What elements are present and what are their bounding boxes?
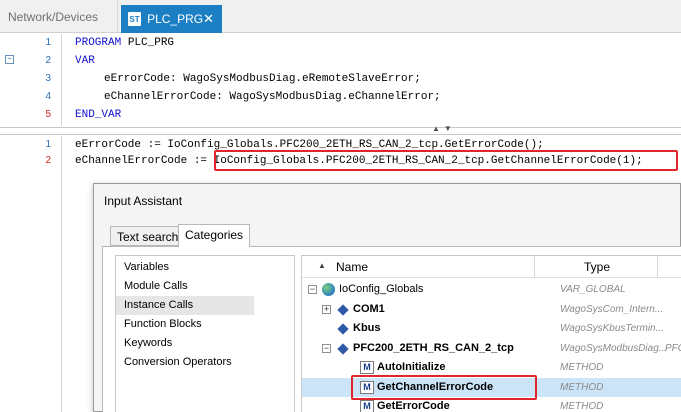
code-line: VAR — [75, 55, 95, 67]
splitter-arrows-icon[interactable]: ▲▼ — [432, 124, 456, 133]
category-item[interactable]: Function Blocks — [116, 315, 254, 334]
tree-item-extra: PFC — [665, 343, 681, 354]
column-divider[interactable] — [657, 256, 658, 278]
tab-network-devices[interactable]: Network/Devices — [0, 0, 118, 33]
dialog-title: Input Assistant — [104, 194, 183, 208]
category-item[interactable]: Module Calls — [116, 277, 254, 296]
category-item-selected[interactable]: Instance Calls — [116, 296, 254, 315]
tab-plc-prg[interactable]: ST PLC_PRG ✕ — [121, 5, 222, 33]
line-number: 2 — [45, 55, 51, 66]
sort-ascending-icon[interactable]: ▲ — [318, 261, 326, 270]
code-line: eChannelErrorCode: WagoSysModbusDiag.eCh… — [104, 91, 441, 103]
tree-row[interactable]: − IoConfig_Globals VAR_GLOBAL — [302, 280, 681, 299]
collapse-icon[interactable]: − — [322, 344, 331, 353]
tab-text-search[interactable]: Text search — [110, 226, 186, 246]
symbol-tree[interactable]: ▲ Name Type − IoConfig_Globals VAR_GLOBA… — [301, 255, 681, 412]
tab-categories[interactable]: Categories — [178, 224, 251, 247]
method-icon: M — [360, 361, 374, 374]
tree-item-type: METHOD — [560, 401, 604, 412]
line-number: 2 — [45, 155, 51, 166]
column-header-type[interactable]: Type — [584, 260, 610, 274]
declaration-editor[interactable]: − 1 2 3 4 5 PROGRAM PLC_PRG VAR eErrorCo… — [0, 34, 681, 126]
structured-text-icon: ST — [128, 12, 142, 26]
line-number: 1 — [45, 37, 51, 48]
editor-tab-bar: Network/Devices ST PLC_PRG ✕ — [0, 0, 681, 33]
instance-diamond-icon — [337, 343, 349, 355]
line-number: 3 — [45, 73, 51, 84]
code-line: eErrorCode: WagoSysModbusDiag.eRemoteSla… — [104, 73, 421, 85]
tree-row[interactable]: − PFC200_2ETH_RS_CAN_2_tcp WagoSysModbus… — [302, 339, 681, 358]
line-number: 4 — [45, 91, 51, 102]
globe-icon — [322, 283, 335, 296]
tree-item-type: METHOD — [560, 382, 604, 393]
dialog-body: Variables Module Calls Instance Calls Fu… — [102, 246, 681, 412]
tree-item-label: IoConfig_Globals — [339, 283, 424, 295]
tree-item-type: WagoSysKbusTermin... — [560, 323, 664, 334]
close-icon[interactable]: ✕ — [203, 11, 214, 27]
category-item[interactable]: Conversion Operators — [116, 353, 254, 372]
category-item[interactable]: Variables — [116, 258, 254, 277]
tree-row[interactable]: Kbus WagoSysKbusTermin... — [302, 319, 681, 338]
column-header-name[interactable]: Name — [336, 260, 368, 274]
instance-diamond-icon — [337, 323, 349, 335]
instance-diamond-icon — [337, 304, 349, 316]
line-number: 5 — [45, 109, 51, 120]
tree-item-type: VAR_GLOBAL — [560, 284, 626, 295]
expand-icon[interactable]: + — [322, 305, 331, 314]
code-line: PROGRAM PLC_PRG — [75, 37, 175, 49]
method-icon: M — [360, 400, 374, 412]
tree-item-type: WagoSysModbusDiag... — [560, 343, 668, 354]
tree-item-type: WagoSysCom_Intern... — [560, 304, 664, 315]
pane-splitter[interactable]: ▲▼ — [0, 124, 681, 135]
code-line: END_VAR — [75, 109, 122, 121]
input-assistant-dialog: Input Assistant Text search Categories V… — [93, 183, 681, 412]
collapse-icon[interactable]: − — [308, 285, 317, 294]
tree-item-label: PFC200_2ETH_RS_CAN_2_tcp — [353, 342, 514, 354]
category-item[interactable]: Keywords — [116, 334, 254, 353]
tree-row[interactable]: + COM1 WagoSysCom_Intern... — [302, 300, 681, 319]
tree-item-label: COM1 — [353, 303, 385, 315]
fold-collapse-icon[interactable]: − — [5, 55, 14, 64]
line-number-gutter — [0, 136, 62, 412]
tree-item-label: Kbus — [353, 322, 381, 334]
highlight-box — [214, 150, 678, 171]
tab-title: PLC_PRG — [147, 12, 204, 26]
highlight-box — [351, 375, 537, 400]
category-list[interactable]: Variables Module Calls Instance Calls Fu… — [115, 255, 295, 412]
column-divider[interactable] — [534, 256, 535, 278]
tree-header: ▲ Name Type — [302, 256, 681, 278]
tree-item-type: METHOD — [560, 362, 604, 373]
